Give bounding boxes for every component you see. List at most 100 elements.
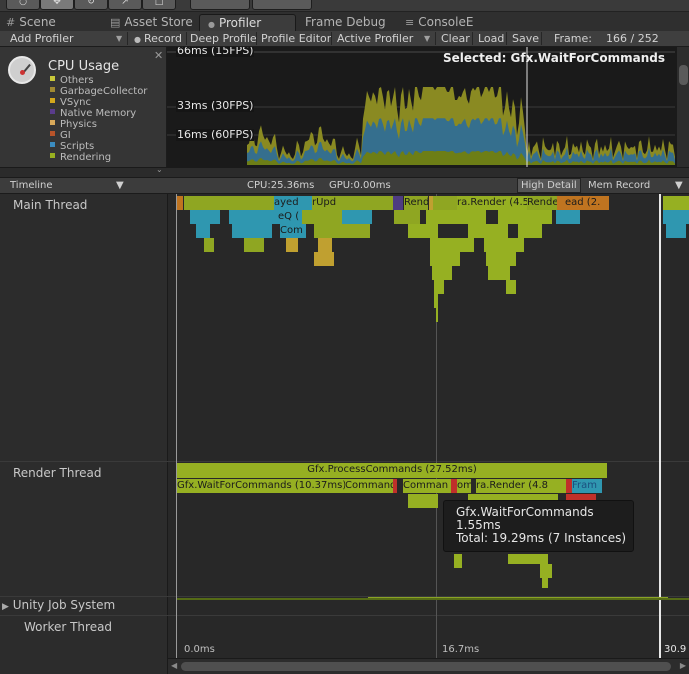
render-sample-bar[interactable]: Comman <box>403 479 451 493</box>
main-sample-bar[interactable] <box>393 196 403 210</box>
main-sample-bar[interactable] <box>488 266 510 280</box>
main-sample-bar[interactable] <box>244 238 264 252</box>
thread-label-main[interactable]: Main Thread <box>13 198 87 212</box>
main-sample-bar[interactable] <box>177 196 183 210</box>
deep-profile-toggle[interactable]: Deep Profile <box>190 31 257 46</box>
record-toggle[interactable]: ● Record <box>134 31 182 46</box>
expand-triangle-icon[interactable]: ▶ <box>2 602 9 612</box>
job-system-activity-bar[interactable] <box>368 597 668 598</box>
gfx-wait-for-commands-bar[interactable]: Gfx.WaitForCommands (10.37ms) <box>177 479 347 493</box>
add-profiler-dropdown[interactable]: Add Profiler <box>10 31 74 46</box>
main-sample-bar[interactable]: eQ ( <box>278 210 302 224</box>
clear-button[interactable]: Clear <box>441 31 470 46</box>
main-sample-bar[interactable] <box>432 266 452 280</box>
scroll-thumb[interactable] <box>181 662 671 671</box>
main-sample-bar[interactable]: ead (2. <box>565 196 609 210</box>
main-sample-bar[interactable] <box>468 224 508 238</box>
tab-scene[interactable]: # Scene <box>6 14 56 32</box>
rect-tool-button[interactable]: □ <box>142 0 176 10</box>
main-sample-bar[interactable] <box>436 308 438 322</box>
scroll-thumb[interactable] <box>679 65 688 85</box>
load-button[interactable]: Load <box>478 31 504 46</box>
legend-item[interactable]: Native Memory <box>50 108 136 119</box>
render-sample-bar[interactable]: Command <box>345 479 395 493</box>
main-sample-bar[interactable] <box>314 252 334 266</box>
legend-item[interactable]: Scripts <box>50 141 94 152</box>
legend-item[interactable]: Others <box>50 75 94 86</box>
high-detail-toggle[interactable]: High Detail <box>517 178 581 193</box>
main-sample-bar[interactable] <box>229 210 284 224</box>
main-sample-bar[interactable] <box>430 252 460 266</box>
job-system-activity-bar[interactable] <box>177 598 689 600</box>
main-sample-bar[interactable] <box>663 210 689 224</box>
mem-record-dropdown[interactable]: Mem Record <box>588 178 650 194</box>
timeline-view[interactable]: ayed rUpd Rende ra.Render (4.5 Render ea… <box>168 194 689 658</box>
active-profiler-dropdown[interactable]: Active Profiler <box>337 31 413 46</box>
main-sample-bar[interactable] <box>426 210 486 224</box>
panel-splitter[interactable]: ⌄ <box>0 165 689 177</box>
tab-frame-debug[interactable]: Frame Debug <box>305 14 386 32</box>
main-sample-bar[interactable] <box>498 210 552 224</box>
main-sample-bar[interactable] <box>408 224 438 238</box>
render-sample-bar[interactable] <box>508 554 548 564</box>
timeline-horizontal-scrollbar[interactable]: ◀ ▶ <box>168 658 689 674</box>
main-sample-bar[interactable] <box>394 210 420 224</box>
main-sample-bar[interactable]: ayed <box>274 196 312 210</box>
close-icon[interactable]: ✕ <box>154 49 163 62</box>
main-sample-bar[interactable]: rUpd <box>312 196 342 210</box>
rotate-tool-button[interactable]: ↻ <box>74 0 108 10</box>
camera-render-bar[interactable]: ra.Render (4.5 <box>457 196 527 210</box>
main-sample-bar[interactable] <box>318 238 332 252</box>
render-sample-bar[interactable] <box>408 494 438 508</box>
tab-profiler[interactable]: ● Profiler <box>199 14 296 32</box>
cpu-usage-panel[interactable]: CPU Usage ✕ Others GarbageCollector VSync N… <box>0 47 167 167</box>
main-sample-bar[interactable] <box>434 280 444 294</box>
graph-scrollbar[interactable] <box>676 47 689 167</box>
render-sample-bar[interactable]: Fram <box>572 479 602 493</box>
scroll-right-icon[interactable]: ▶ <box>680 661 686 670</box>
gfx-process-commands-bar[interactable]: Gfx.ProcessCommands (27.52ms) <box>177 463 607 478</box>
collapse-chevron-icon[interactable]: ⌄ <box>156 165 163 174</box>
legend-item[interactable]: GI <box>50 130 71 141</box>
render-sample-bar[interactable] <box>542 576 548 588</box>
legend-item[interactable]: VSync <box>50 97 91 108</box>
move-tool-button[interactable]: ✥ <box>40 0 74 10</box>
thread-label-worker[interactable]: Worker Thread <box>24 620 112 634</box>
main-sample-bar[interactable] <box>184 196 274 210</box>
main-sample-bar[interactable]: Com <box>280 224 306 238</box>
job-system-group[interactable]: ▶ Unity Job System <box>2 598 115 612</box>
main-sample-bar[interactable] <box>557 196 565 210</box>
render-sample-bar[interactable] <box>454 554 462 568</box>
tab-console[interactable]: ≡ ConsoleE <box>405 14 473 32</box>
main-sample-bar[interactable] <box>190 210 220 224</box>
scroll-left-icon[interactable]: ◀ <box>171 661 177 670</box>
main-sample-bar[interactable] <box>196 224 210 238</box>
main-sample-bar[interactable] <box>314 224 370 238</box>
main-sample-bar[interactable] <box>302 210 342 224</box>
main-sample-bar[interactable] <box>342 210 372 224</box>
main-sample-bar[interactable] <box>486 252 516 266</box>
main-sample-bar[interactable] <box>232 224 272 238</box>
main-sample-bar[interactable] <box>434 294 438 308</box>
view-mode-dropdown[interactable]: Timeline <box>10 178 53 194</box>
legend-item[interactable]: Physics <box>50 119 97 130</box>
main-sample-bar[interactable] <box>430 238 474 252</box>
hand-tool-button[interactable]: ○ <box>6 0 40 10</box>
main-sample-bar[interactable] <box>666 224 686 238</box>
thread-label-render[interactable]: Render Thread <box>13 466 102 480</box>
render-camera-bar[interactable]: ra.Render (4.8 <box>476 479 566 493</box>
main-sample-bar[interactable] <box>518 224 542 238</box>
pivot-toggle-button[interactable] <box>190 0 250 10</box>
main-sample-bar[interactable] <box>556 210 580 224</box>
scale-tool-button[interactable]: ↗ <box>108 0 142 10</box>
main-sample-bar[interactable] <box>286 238 298 252</box>
main-sample-bar[interactable] <box>484 238 524 252</box>
main-sample-bar[interactable] <box>204 238 214 252</box>
profile-editor-toggle[interactable]: Profile Editor <box>261 31 331 46</box>
main-sample-bar[interactable]: Render <box>527 196 557 210</box>
render-sample-bar[interactable] <box>393 479 397 493</box>
main-sample-bar[interactable] <box>506 280 516 294</box>
cpu-usage-graph[interactable]: 66ms (15FPS) 33ms (30FPS) 16ms (60FPS) S… <box>167 47 689 167</box>
main-sample-bar[interactable] <box>663 196 689 210</box>
render-sample-bar[interactable]: ommands <box>457 479 471 493</box>
